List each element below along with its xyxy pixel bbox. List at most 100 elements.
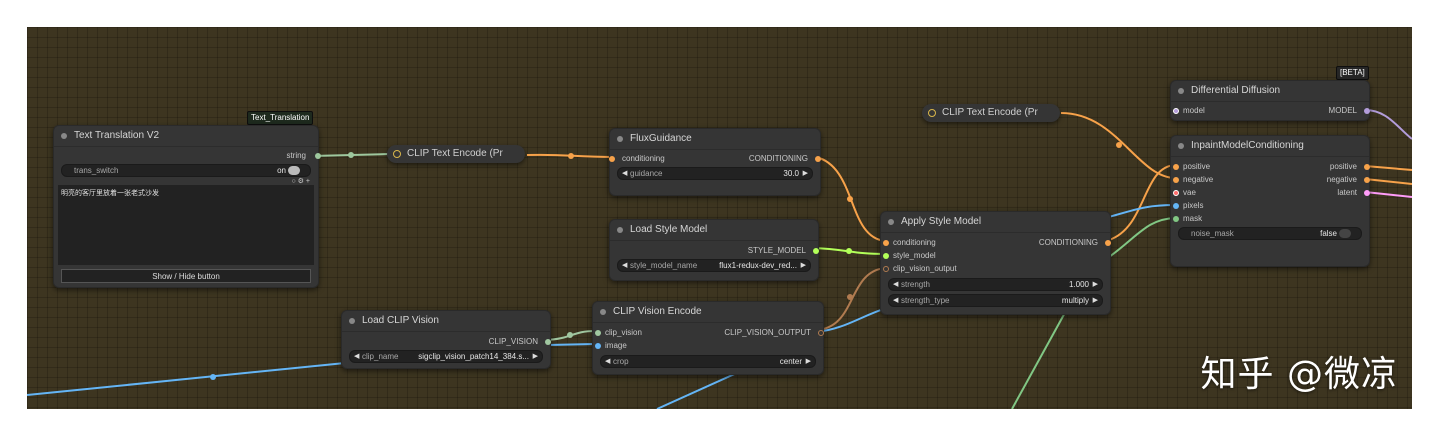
- node-title[interactable]: Text Translation V2: [54, 126, 318, 147]
- output-row: CLIP_VISION: [342, 336, 551, 348]
- add-icon[interactable]: +: [306, 178, 310, 185]
- clip-name-combo[interactable]: ◀ clip_name sigclip_vision_patch14_384.s…: [349, 350, 543, 363]
- decrement-arrow-icon[interactable]: ◀: [893, 279, 898, 290]
- strength-type-combo[interactable]: ◀ strength_type multiply ▶: [888, 294, 1103, 307]
- node-load-clip-vision[interactable]: Load CLIP Vision CLIP_VISION ◀ clip_name…: [341, 310, 551, 369]
- input-style-model-slot[interactable]: [883, 253, 889, 259]
- output-latent-slot[interactable]: [1364, 190, 1370, 196]
- node-clip-vision-encode[interactable]: CLIP Vision Encode clip_vision CLIP_VISI…: [592, 301, 824, 375]
- collapse-dot-icon[interactable]: [1178, 143, 1184, 149]
- input-image-slot[interactable]: [595, 343, 601, 349]
- wire-midpoint: [1116, 142, 1122, 148]
- node-graph-canvas[interactable]: Text_Translation Text Translation V2 str…: [27, 27, 1412, 409]
- wire-positive-out: [1364, 165, 1412, 171]
- next-arrow-icon[interactable]: ▶: [533, 351, 538, 362]
- output-style-model-label: STYLE_MODEL: [747, 246, 806, 255]
- increment-arrow-icon[interactable]: ▶: [803, 168, 808, 179]
- circle-icon[interactable]: ○: [291, 178, 295, 185]
- input-clip-vision-output-slot[interactable]: [883, 266, 889, 272]
- collapse-dot-icon[interactable]: [617, 136, 623, 142]
- collapse-dot-icon[interactable]: [617, 227, 623, 233]
- input-pixels-slot[interactable]: [1173, 203, 1179, 209]
- output-negative-slot[interactable]: [1364, 177, 1370, 183]
- input-row: pixels: [1171, 200, 1369, 212]
- node-title[interactable]: InpaintModelConditioning: [1171, 136, 1369, 157]
- input-image-label: image: [605, 341, 627, 350]
- output-model-slot[interactable]: [1364, 108, 1370, 114]
- input-negative-slot[interactable]: [1173, 177, 1179, 183]
- input-mask-slot[interactable]: [1173, 216, 1179, 222]
- node-title-text: FluxGuidance: [630, 133, 692, 144]
- next-arrow-icon[interactable]: ▶: [801, 260, 806, 271]
- node-text-translation[interactable]: Text Translation V2 string trans_switch …: [53, 125, 321, 288]
- input-row: mask: [1171, 213, 1369, 225]
- node-clip-text-encode-1[interactable]: CLIP Text Encode (Pr: [387, 145, 525, 163]
- output-positive-slot[interactable]: [1364, 164, 1370, 170]
- collapse-dot-icon[interactable]: [600, 309, 606, 315]
- node-title[interactable]: FluxGuidance: [610, 129, 820, 150]
- text-input[interactable]: 明亮的客厅里放着一张老式沙发: [58, 185, 314, 265]
- wire-mask: [1108, 217, 1176, 258]
- input-model-slot[interactable]: [1173, 108, 1179, 114]
- collapsed-ring-icon[interactable]: [928, 109, 936, 117]
- toggle-knob-icon: [288, 166, 300, 175]
- node-flux-guidance[interactable]: FluxGuidance conditioning CONDITIONING ◀…: [609, 128, 821, 196]
- strength-number-widget[interactable]: ◀ strength 1.000 ▶: [888, 278, 1103, 291]
- output-clip-vision-output-slot[interactable]: [818, 330, 824, 336]
- output-conditioning-slot[interactable]: [1105, 240, 1111, 246]
- next-arrow-icon[interactable]: ▶: [1093, 295, 1098, 306]
- output-clip-vision-slot[interactable]: [545, 339, 551, 345]
- collapse-dot-icon[interactable]: [349, 318, 355, 324]
- node-differential-diffusion[interactable]: Differential Diffusion model MODEL: [1170, 80, 1370, 121]
- widget-value: multiply: [1061, 296, 1089, 305]
- input-conditioning-label: conditioning: [622, 154, 665, 163]
- node-apply-style-model[interactable]: Apply Style Model conditioning CONDITION…: [880, 211, 1111, 315]
- output-string-slot[interactable]: [315, 153, 321, 159]
- noise-mask-toggle[interactable]: noise_mask false: [1178, 227, 1362, 240]
- node-tag: [BETA]: [1336, 66, 1369, 80]
- show-hide-button[interactable]: Show / Hide button: [61, 269, 311, 283]
- node-clip-text-encode-2[interactable]: CLIP Text Encode (Pr: [922, 104, 1060, 122]
- collapse-dot-icon[interactable]: [888, 219, 894, 225]
- input-vae-slot[interactable]: [1173, 190, 1179, 196]
- node-title-text: InpaintModelConditioning: [1191, 140, 1304, 151]
- input-conditioning-slot[interactable]: [883, 240, 889, 246]
- decrement-arrow-icon[interactable]: ◀: [622, 168, 627, 179]
- guidance-number-widget[interactable]: ◀ guidance 30.0 ▶: [617, 167, 813, 180]
- node-inpaint-model-conditioning[interactable]: InpaintModelConditioning positive positi…: [1170, 135, 1370, 267]
- collapsed-ring-icon[interactable]: [393, 150, 401, 158]
- wire-model: [1364, 109, 1412, 140]
- trans-switch-toggle[interactable]: trans_switch on: [61, 164, 311, 177]
- increment-arrow-icon[interactable]: ▶: [1093, 279, 1098, 290]
- next-arrow-icon[interactable]: ▶: [806, 356, 811, 367]
- previous-arrow-icon[interactable]: ◀: [622, 260, 627, 271]
- output-row: STYLE_MODEL: [610, 245, 819, 257]
- crop-combo[interactable]: ◀ crop center ▶: [600, 355, 816, 368]
- node-load-style-model[interactable]: Load Style Model STYLE_MODEL ◀ style_mod…: [609, 219, 819, 281]
- widget-label: style_model_name: [630, 261, 698, 270]
- settings-icon[interactable]: ⚙: [298, 178, 304, 185]
- input-conditioning-slot[interactable]: [609, 156, 615, 162]
- node-title[interactable]: Apply Style Model: [881, 212, 1110, 233]
- input-row: image: [593, 340, 823, 352]
- output-conditioning-slot[interactable]: [815, 156, 821, 162]
- node-title-text: Load Style Model: [630, 224, 708, 235]
- collapse-dot-icon[interactable]: [61, 133, 67, 139]
- node-title[interactable]: Load CLIP Vision: [342, 311, 550, 332]
- wire-image-source: [27, 362, 346, 396]
- node-title[interactable]: Differential Diffusion: [1171, 81, 1369, 102]
- previous-arrow-icon[interactable]: ◀: [893, 295, 898, 306]
- previous-arrow-icon[interactable]: ◀: [354, 351, 359, 362]
- previous-arrow-icon[interactable]: ◀: [605, 356, 610, 367]
- style-model-name-combo[interactable]: ◀ style_model_name flux1-redux-dev_red..…: [617, 259, 811, 272]
- node-title[interactable]: Load Style Model: [610, 220, 818, 241]
- wire-midpoint: [846, 248, 852, 254]
- collapse-dot-icon[interactable]: [1178, 88, 1184, 94]
- widget-value: sigclip_vision_patch14_384.s...: [418, 352, 529, 361]
- widget-label: strength: [901, 280, 930, 289]
- input-positive-slot[interactable]: [1173, 164, 1179, 170]
- node-title[interactable]: CLIP Vision Encode: [593, 302, 823, 323]
- widget-label: guidance: [630, 169, 663, 178]
- output-style-model-slot[interactable]: [813, 248, 819, 254]
- input-clip-vision-slot[interactable]: [595, 330, 601, 336]
